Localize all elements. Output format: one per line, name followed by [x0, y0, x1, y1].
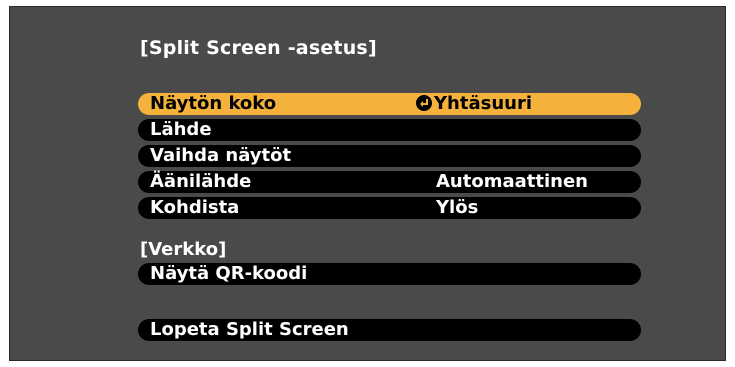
- menu-item-label: Lähde: [150, 119, 212, 140]
- menu-item-show-qr-code[interactable]: Näytä QR-koodi: [138, 263, 641, 285]
- menu-item-label: Näytä QR-koodi: [150, 263, 308, 284]
- menu-item-align[interactable]: Kohdista Ylös: [138, 197, 641, 219]
- menu-title: [Split Screen -asetus]: [140, 37, 377, 59]
- menu-item-label: Näytön koko: [150, 93, 277, 114]
- network-section-heading: [Verkko]: [140, 239, 227, 260]
- menu-item-screen-size[interactable]: Näytön koko Yhtäsuuri: [138, 93, 641, 115]
- menu-item-label: Kohdista: [150, 197, 240, 218]
- menu-item-audio-source[interactable]: Äänilähde Automaattinen: [138, 171, 641, 193]
- menu-item-label: Lopeta Split Screen: [150, 319, 349, 340]
- menu-item-label: Äänilähde: [150, 171, 252, 192]
- menu-item-value: Ylös: [436, 197, 479, 218]
- menu-item-label: Vaihda näytöt: [150, 145, 292, 166]
- menu-item-exit-split-screen[interactable]: Lopeta Split Screen: [138, 319, 641, 341]
- menu-item-value: Automaattinen: [436, 171, 588, 192]
- menu-item-value: Yhtäsuuri: [416, 93, 532, 115]
- menu-item-source[interactable]: Lähde: [138, 119, 641, 141]
- enter-icon: [416, 95, 432, 111]
- projector-menu-screen: [Split Screen -asetus] Näytön koko Yhtäs…: [9, 6, 726, 361]
- screen-size-value: Yhtäsuuri: [434, 93, 532, 114]
- menu-item-swap-screens[interactable]: Vaihda näytöt: [138, 145, 641, 167]
